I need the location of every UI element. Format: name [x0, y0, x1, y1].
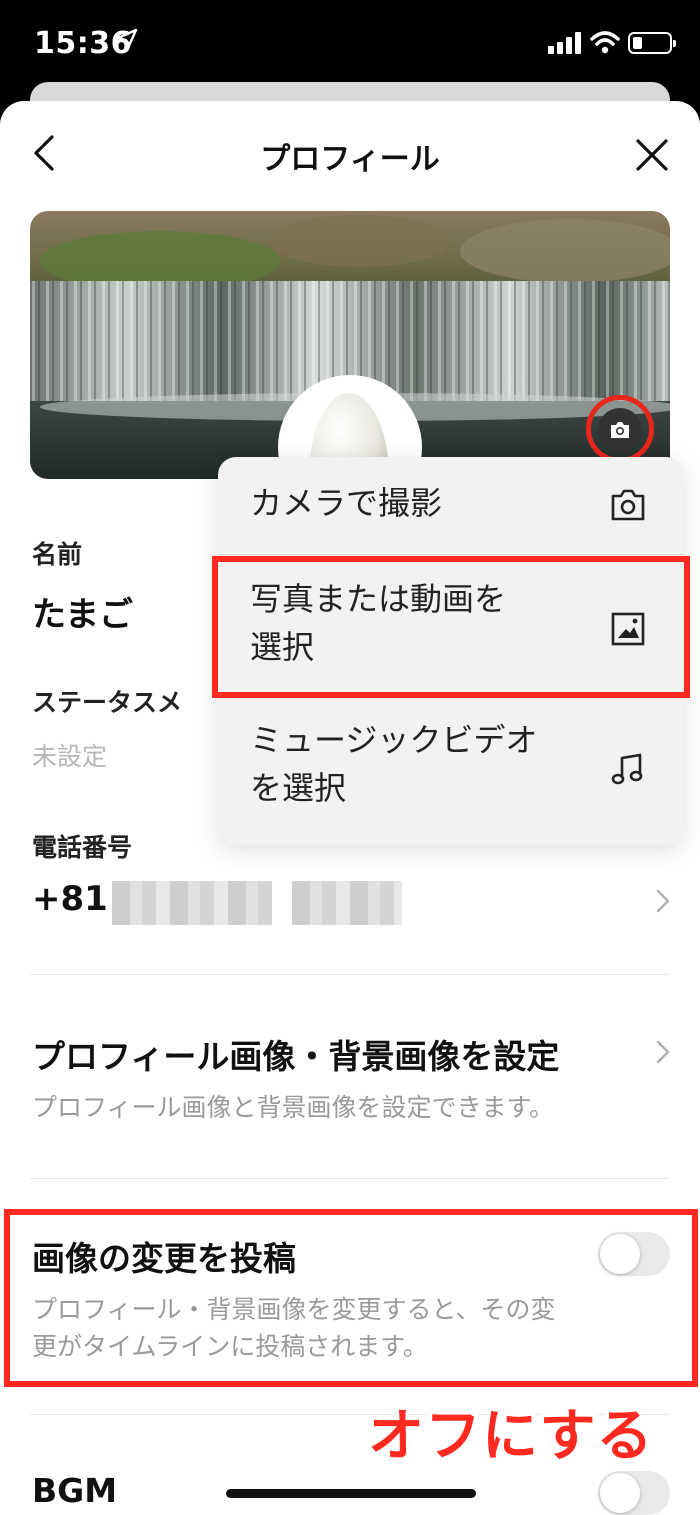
camera-icon	[611, 489, 645, 521]
phone-number-blurred	[112, 881, 272, 925]
battery-icon	[628, 32, 676, 54]
status-message-label: ステータスメ	[32, 688, 183, 717]
highlight-circle	[586, 395, 654, 463]
profile-sheet: プロフィール 名前 たまご ステータスメ 未設定 電話番号 +81 プロフィール…	[0, 101, 700, 1515]
annotation-text: オフにする	[368, 1404, 654, 1469]
close-icon[interactable]	[632, 135, 672, 175]
profile-images-title[interactable]: プロフィール画像・背景画像を設定	[32, 1030, 559, 1078]
bgm-toggle[interactable]	[598, 1471, 670, 1515]
header: プロフィール	[0, 101, 700, 205]
menu-item-label: カメラで撮影	[250, 484, 443, 522]
music-note-icon	[611, 753, 643, 785]
menu-item-choose-music-video[interactable]: ミュージックビデオ を選択	[218, 696, 684, 845]
phone-number-blurred	[292, 881, 402, 925]
status-bar: 15:36	[0, 0, 700, 86]
phone-prefix: +81	[32, 879, 108, 919]
menu-item-label-line2: を選択	[250, 769, 347, 807]
bgm-title: BGM	[32, 1471, 118, 1510]
divider	[30, 1178, 670, 1179]
name-value[interactable]: たまご	[32, 587, 133, 636]
menu-item-take-photo[interactable]: カメラで撮影	[218, 457, 684, 554]
chevron-right-icon[interactable]	[656, 889, 670, 913]
highlight-box	[4, 1209, 698, 1387]
location-arrow-icon	[116, 28, 138, 50]
status-message-value[interactable]: 未設定	[32, 737, 107, 773]
signal-icon	[548, 32, 581, 54]
wifi-icon	[590, 31, 620, 54]
name-label: 名前	[32, 540, 83, 569]
menu-item-label-line1: ミュージックビデオ	[250, 721, 538, 759]
highlight-box	[212, 556, 690, 698]
page-title: プロフィール	[260, 142, 440, 177]
phone-label: 電話番号	[32, 833, 133, 862]
home-indicator	[226, 1489, 476, 1498]
divider	[30, 974, 670, 975]
profile-images-desc: プロフィール画像と背景画像を設定できます。	[32, 1093, 555, 1122]
chevron-right-icon[interactable]	[656, 1040, 670, 1064]
